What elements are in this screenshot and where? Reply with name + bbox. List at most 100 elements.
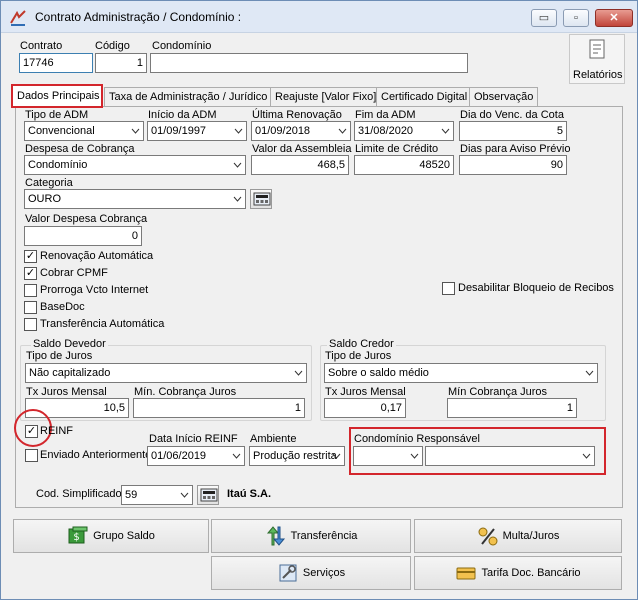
chevron-down-icon[interactable]: [230, 122, 246, 140]
saldo-devedor-group: Saldo Devedor Tipo de Juros Não capitali…: [20, 338, 312, 421]
tipo-adm-select[interactable]: Convencional: [24, 121, 144, 141]
fim-adm-label: Fim da ADM: [355, 109, 416, 121]
sc-tx-juros-label: Tx Juros Mensal: [325, 386, 406, 398]
servicos-button[interactable]: Serviços: [211, 556, 411, 590]
condominio-responsavel-code-select[interactable]: [353, 446, 423, 466]
calculator-icon: [253, 192, 271, 206]
chevron-down-icon[interactable]: [437, 122, 453, 140]
sc-tipo-juros-select[interactable]: Sobre o saldo médio: [324, 363, 598, 383]
tab-certificado-digital[interactable]: Certificado Digital: [376, 87, 473, 106]
tab-observacao[interactable]: Observação: [469, 87, 539, 106]
valor-assembleia-label: Valor da Assembleia: [252, 143, 352, 155]
basedoc-label: BaseDoc: [40, 301, 85, 313]
chevron-down-icon[interactable]: [334, 122, 350, 140]
chevron-down-icon[interactable]: [127, 122, 143, 140]
money-icon: $: [68, 526, 88, 544]
tarifa-doc-bancario-button[interactable]: Tarifa Doc. Bancário: [414, 556, 622, 590]
enviado-anteriormente-label: Enviado Anteriormente: [40, 449, 152, 461]
data-inicio-reinf-label: Data Início REINF: [149, 433, 238, 445]
reinf-checkbox[interactable]: ✓: [25, 425, 38, 438]
sd-tipo-juros-label: Tipo de Juros: [26, 350, 93, 362]
renovacao-label: Renovação Automática: [40, 250, 154, 262]
close-button[interactable]: ✕: [595, 9, 633, 27]
cpmf-checkbox[interactable]: ✓: [24, 267, 37, 280]
app-icon: [10, 10, 26, 26]
chevron-down-icon[interactable]: [406, 447, 422, 465]
chevron-down-icon[interactable]: [228, 447, 244, 465]
chevron-down-icon[interactable]: [290, 364, 306, 382]
transferencia-auto-checkbox[interactable]: [24, 318, 37, 331]
saldo-credor-title: Saldo Credor: [327, 338, 396, 350]
sc-min-cobranca-input[interactable]: 1: [447, 398, 577, 418]
prorroga-label: Prorroga Vcto Internet: [40, 284, 149, 296]
chevron-down-icon[interactable]: [229, 190, 245, 208]
maximize-button[interactable]: ▫: [563, 9, 589, 27]
sd-tx-juros-label: Tx Juros Mensal: [26, 386, 107, 398]
relatorios-button[interactable]: Relatórios: [569, 34, 625, 84]
transferencia-button[interactable]: Transferência: [211, 519, 411, 553]
chevron-down-icon[interactable]: [229, 156, 245, 174]
bank-name: Itaú S.A.: [227, 488, 272, 500]
valor-assembleia-input[interactable]: 468,5: [251, 155, 349, 175]
chevron-down-icon[interactable]: [578, 447, 594, 465]
cpmf-label: Cobrar CPMF: [40, 267, 108, 279]
dias-aviso-label: Dias para Aviso Prévio: [460, 143, 571, 155]
desabilitar-bloqueio-checkbox[interactable]: [442, 282, 455, 295]
cod-simplificado-value: 59: [125, 489, 138, 501]
prorroga-checkbox[interactable]: [24, 284, 37, 297]
tipo-adm-label: Tipo de ADM: [25, 109, 89, 121]
percent-icon: [478, 527, 498, 546]
tipo-adm-value: Convencional: [28, 125, 95, 137]
enviado-anteriormente-checkbox[interactable]: [25, 449, 38, 462]
sc-tipo-juros-value: Sobre o saldo médio: [328, 367, 429, 379]
dia-venc-input[interactable]: 5: [459, 121, 567, 141]
dias-aviso-input[interactable]: 90: [459, 155, 567, 175]
calculator-icon: [200, 488, 218, 502]
dia-venc-label: Dia do Venc. da Cota: [460, 109, 564, 121]
ambiente-select[interactable]: Produção restrita: [249, 446, 345, 466]
grupo-saldo-button[interactable]: $ Grupo Saldo: [13, 519, 209, 553]
data-inicio-reinf-date[interactable]: 01/06/2019: [147, 446, 245, 466]
condominio-label: Condomínio: [152, 40, 212, 52]
contrato-input[interactable]: 17746: [19, 53, 93, 73]
tab-reajuste[interactable]: Reajuste [Valor Fixo]: [270, 87, 382, 106]
chevron-down-icon[interactable]: [176, 486, 192, 504]
tarifa-doc-bancario-label: Tarifa Doc. Bancário: [481, 567, 581, 579]
codigo-input[interactable]: 1: [95, 53, 147, 73]
fim-adm-date[interactable]: 31/08/2020: [354, 121, 454, 141]
cod-simplificado-lookup-button[interactable]: [197, 485, 219, 505]
condominio-responsavel-name-select[interactable]: [425, 446, 595, 466]
tab-dados-principais[interactable]: Dados Principais: [11, 84, 103, 108]
title-bar: Contrato Administração / Condomínio : ▭ …: [1, 1, 637, 33]
chevron-down-icon[interactable]: [328, 447, 344, 465]
tab-taxa-administracao[interactable]: Taxa de Administração / Jurídico: [104, 87, 273, 106]
categoria-lookup-button[interactable]: [250, 189, 272, 209]
data-inicio-reinf-value: 01/06/2019: [151, 450, 207, 462]
sd-tipo-juros-select[interactable]: Não capitalizado: [25, 363, 307, 383]
tools-icon: [279, 564, 297, 582]
servicos-label: Serviços: [302, 567, 346, 579]
categoria-select[interactable]: OURO: [24, 189, 246, 209]
ultima-renovacao-date[interactable]: 01/09/2018: [251, 121, 351, 141]
sd-min-cobranca-input[interactable]: 1: [133, 398, 305, 418]
bank-card-icon: [456, 567, 476, 580]
ultima-renovacao-label: Última Renovação: [252, 109, 342, 121]
renovacao-checkbox[interactable]: ✓: [24, 250, 37, 263]
grupo-saldo-label: Grupo Saldo: [93, 530, 155, 542]
sd-min-cobranca-label: Mín. Cobrança Juros: [134, 386, 237, 398]
multa-juros-button[interactable]: Multa/Juros: [414, 519, 622, 553]
sc-tx-juros-input[interactable]: 0,17: [324, 398, 406, 418]
cod-simplificado-select[interactable]: 59: [121, 485, 193, 505]
reinf-label: REINF: [40, 425, 73, 437]
valor-despesa-input[interactable]: 0: [24, 226, 142, 246]
despesa-cobranca-select[interactable]: Condomínio: [24, 155, 246, 175]
minimize-button[interactable]: ▭: [531, 9, 557, 27]
saldo-credor-group: Saldo Credor Tipo de Juros Sobre o saldo…: [320, 338, 606, 421]
inicio-adm-date[interactable]: 01/09/1997: [147, 121, 247, 141]
limite-credito-input[interactable]: 48520: [354, 155, 454, 175]
limite-credito-label: Limite de Crédito: [355, 143, 439, 155]
despesa-cobranca-value: Condomínio: [28, 159, 88, 171]
condominio-input[interactable]: [150, 53, 468, 73]
chevron-down-icon[interactable]: [581, 364, 597, 382]
basedoc-checkbox[interactable]: [24, 301, 37, 314]
